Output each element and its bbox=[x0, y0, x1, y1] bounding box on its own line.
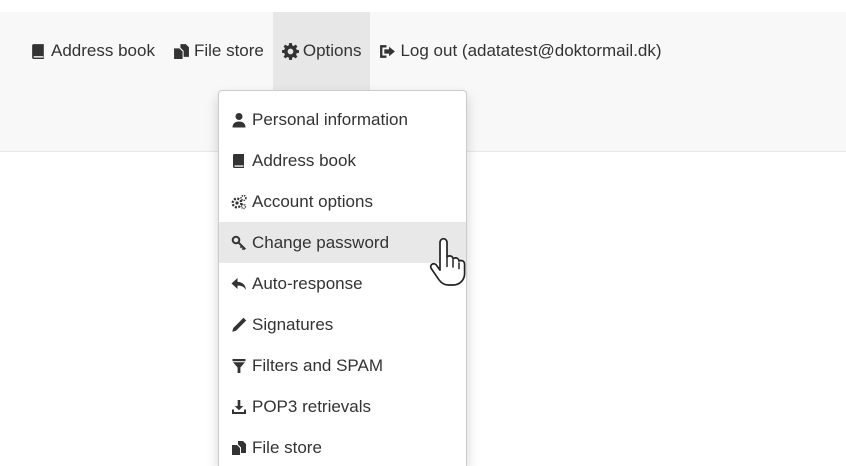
log-out-icon bbox=[379, 43, 396, 60]
menu-item-address-book[interactable]: Address book bbox=[219, 140, 466, 181]
nav-file-store-link[interactable]: File store bbox=[164, 12, 273, 90]
menu-item-label: Filters and SPAM bbox=[252, 355, 384, 375]
menu-item-label: Auto-response bbox=[252, 273, 363, 293]
cog-icon bbox=[281, 42, 299, 60]
reply-icon bbox=[230, 275, 247, 292]
key-icon bbox=[230, 234, 247, 251]
download-icon bbox=[230, 398, 247, 415]
menu-item-pop3-retrievals[interactable]: POP3 retrievals bbox=[219, 386, 466, 427]
menu-item-label: Change password bbox=[252, 232, 390, 252]
menu-item-label: File store bbox=[252, 437, 322, 457]
filter-icon bbox=[230, 357, 247, 374]
menu-item-filters-and-spam[interactable]: Filters and SPAM bbox=[219, 345, 466, 386]
files-icon bbox=[173, 43, 190, 60]
menu-item-signatures[interactable]: Signatures bbox=[219, 304, 466, 345]
nav-options-dropdown-toggle[interactable]: Options bbox=[272, 12, 371, 90]
hand-pointer-cursor-icon bbox=[429, 237, 466, 286]
menu-item-label: POP3 retrievals bbox=[252, 396, 372, 416]
menu-item-label: Account options bbox=[252, 191, 373, 211]
nav-address-book-link[interactable]: Address book bbox=[21, 12, 164, 90]
files-icon bbox=[230, 439, 247, 456]
nav-log-out-link[interactable]: Log out (adatatest@doktormail.dk) bbox=[370, 12, 670, 90]
menu-item-label: Address book bbox=[252, 150, 356, 170]
nav-file-store-label: File store bbox=[193, 41, 264, 60]
page: Address book File store Options Log out … bbox=[0, 0, 846, 466]
nav-address-book-label: Address book bbox=[51, 41, 155, 60]
book-icon bbox=[230, 152, 247, 169]
nav-log-out-label: Log out (adatatest@doktormail.dk) bbox=[400, 41, 662, 60]
pen-icon bbox=[230, 316, 247, 333]
nav-options-label: Options bbox=[302, 41, 362, 60]
user-icon bbox=[230, 111, 247, 128]
book-icon bbox=[30, 43, 47, 60]
menu-item-account-options[interactable]: Account options bbox=[219, 181, 466, 222]
menu-item-file-store[interactable]: File store bbox=[219, 427, 466, 466]
menu-item-label: Personal information bbox=[252, 109, 408, 129]
nav-links: Address book File store Options Log out … bbox=[21, 12, 671, 90]
cogs-icon bbox=[230, 193, 247, 210]
menu-item-personal-information[interactable]: Personal information bbox=[219, 99, 466, 140]
menu-item-label: Signatures bbox=[252, 314, 334, 334]
